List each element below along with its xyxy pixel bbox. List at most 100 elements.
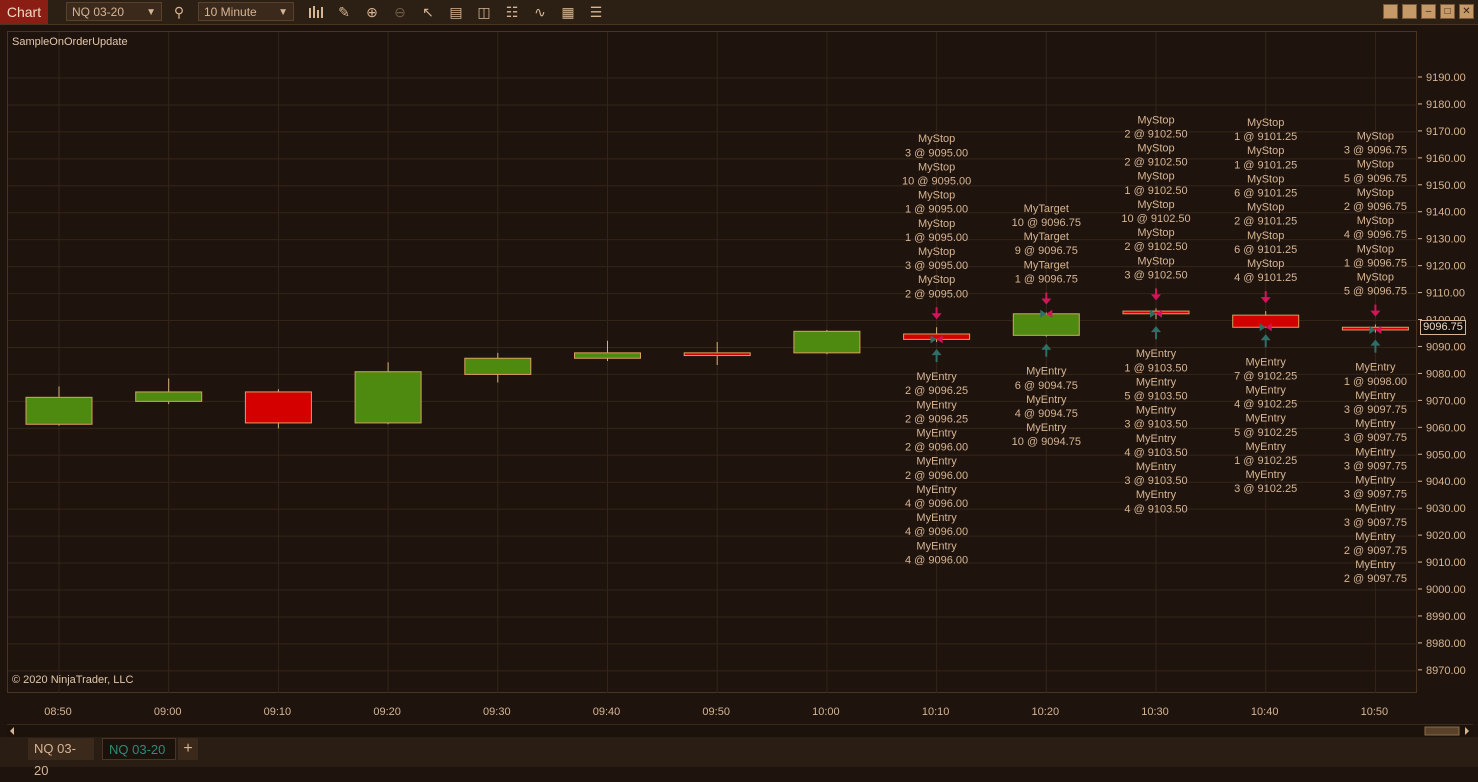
candle-body[interactable] bbox=[135, 391, 203, 402]
order-label: MyStop bbox=[1247, 117, 1284, 129]
order-label: 3 @ 9097.75 bbox=[1344, 517, 1407, 529]
order-label: 1 @ 9096.75 bbox=[1344, 257, 1407, 269]
minimize-icon[interactable]: – bbox=[1421, 4, 1436, 19]
candle-body[interactable] bbox=[25, 396, 93, 425]
close-icon[interactable]: ✕ bbox=[1459, 4, 1474, 19]
price-tick-label: 9120.00 bbox=[1426, 261, 1466, 273]
order-label: 2 @ 9095.00 bbox=[905, 288, 968, 300]
order-label: MyEntry bbox=[1026, 394, 1067, 406]
candle-body[interactable] bbox=[354, 371, 422, 424]
order-label: MyStop bbox=[1357, 130, 1394, 142]
price-tick-label: 9130.00 bbox=[1426, 234, 1466, 246]
order-label: MyEntry bbox=[1355, 390, 1396, 402]
strategies-icon[interactable]: ∿ bbox=[531, 3, 549, 21]
properties-icon[interactable]: ☰ bbox=[587, 3, 605, 21]
chart-menu-button[interactable]: Chart bbox=[0, 0, 48, 24]
order-label: MyStop bbox=[1247, 145, 1284, 157]
interval-selector[interactable]: 10 Minute ▼ bbox=[198, 2, 294, 21]
candle-body[interactable] bbox=[244, 391, 312, 424]
scroll-left-icon[interactable] bbox=[10, 727, 14, 735]
order-label: MyStop bbox=[1137, 199, 1174, 211]
sell-arrow-head bbox=[1370, 310, 1381, 317]
order-label: 3 @ 9102.50 bbox=[1124, 269, 1187, 281]
pointer-icon[interactable]: ↖ bbox=[419, 3, 437, 21]
drawing-tools-icon[interactable]: ✎ bbox=[335, 3, 353, 21]
chart-trader-icon[interactable]: ▦ bbox=[559, 3, 577, 21]
candle-body[interactable] bbox=[793, 330, 861, 354]
bar-type-icon[interactable] bbox=[307, 3, 325, 21]
price-tick-label: 9170.00 bbox=[1426, 126, 1466, 138]
order-label: MyEntry bbox=[916, 427, 957, 439]
order-label: MyEntry bbox=[916, 512, 957, 524]
sell-arrow-head bbox=[1260, 297, 1271, 304]
zoom-out-icon[interactable]: ⊖ bbox=[391, 3, 409, 21]
time-axis-svg: 08:50 09:00 09:10 09:20 09:30 09:40 09:50 10:00… bbox=[44, 706, 1388, 718]
order-label: 3 @ 9102.25 bbox=[1234, 483, 1297, 495]
order-label: MyStop bbox=[1137, 114, 1174, 126]
tab-nq-1[interactable]: NQ 03-20 bbox=[28, 738, 94, 778]
price-tick-label: 9190.00 bbox=[1426, 72, 1466, 84]
order-label: MyStop bbox=[1137, 255, 1174, 267]
order-label: 3 @ 9103.50 bbox=[1124, 475, 1187, 487]
order-label: MyEntry bbox=[1136, 461, 1177, 473]
sell-arrow-head bbox=[1151, 294, 1161, 301]
candle-body[interactable] bbox=[464, 357, 532, 375]
indicators-icon[interactable]: ☷ bbox=[503, 3, 521, 21]
order-label: 9 @ 9096.75 bbox=[1015, 245, 1078, 257]
price-tick-label: 9160.00 bbox=[1426, 153, 1466, 165]
zoom-in-icon[interactable]: ⊕ bbox=[363, 3, 381, 21]
chart-svg: MyStop 3 @ 9095.00 MyStop 10 @ 9095.00 MySto… bbox=[8, 32, 1418, 694]
order-label: 3 @ 9095.00 bbox=[905, 260, 968, 272]
order-label: MyEntry bbox=[1026, 366, 1067, 378]
order-label: MyEntry bbox=[1246, 413, 1287, 425]
order-label: MyStop bbox=[918, 246, 955, 258]
search-icon[interactable]: ⚲ bbox=[170, 3, 188, 21]
order-label: 4 @ 9096.00 bbox=[905, 498, 968, 510]
tile-right-icon[interactable] bbox=[1402, 4, 1417, 19]
order-label: 1 @ 9095.00 bbox=[905, 204, 968, 216]
time-axis[interactable]: 08:50 09:00 09:10 09:20 09:30 09:40 09:50 10:00… bbox=[7, 693, 1417, 723]
order-label: 4 @ 9101.25 bbox=[1234, 272, 1297, 284]
candle-body[interactable] bbox=[1012, 313, 1080, 336]
order-label: 2 @ 9102.50 bbox=[1124, 128, 1187, 140]
order-label: 10 @ 9096.75 bbox=[1012, 217, 1081, 229]
chart-panel[interactable]: MyStop 3 @ 9095.00 MyStop 10 @ 9095.00 MySto… bbox=[7, 31, 1418, 694]
current-price-marker: 9096.75 bbox=[1420, 320, 1466, 335]
price-tick-label: 9050.00 bbox=[1426, 449, 1466, 461]
scroll-right-icon[interactable] bbox=[1465, 727, 1469, 735]
candle-body[interactable] bbox=[1341, 326, 1409, 331]
tab-nq-2[interactable]: NQ 03-20 bbox=[102, 738, 176, 760]
candle-body[interactable] bbox=[1122, 310, 1190, 315]
copyright-text: © 2020 NinjaTrader, LLC bbox=[12, 674, 134, 686]
templates-icon[interactable]: ◫ bbox=[475, 3, 493, 21]
add-tab-button[interactable]: + bbox=[178, 738, 198, 760]
order-label: 1 @ 9101.25 bbox=[1234, 159, 1297, 171]
time-tick-label: 08:50 bbox=[44, 706, 72, 718]
scroll-thumb[interactable] bbox=[1424, 726, 1460, 736]
candle-body[interactable] bbox=[1232, 314, 1300, 328]
order-label: MyEntry bbox=[916, 399, 957, 411]
order-label: MyEntry bbox=[1136, 489, 1177, 501]
order-label: MyStop bbox=[1357, 215, 1394, 227]
price-tick-label: 9090.00 bbox=[1426, 341, 1466, 353]
data-box-icon[interactable]: ▤ bbox=[447, 3, 465, 21]
indicator-label: SampleOnOrderUpdate bbox=[12, 36, 128, 48]
price-axis[interactable]: 9190.00 9180.00 9170.00 9160.00 9150.00 9140.… bbox=[1418, 31, 1478, 693]
order-label: MyEntry bbox=[1246, 469, 1287, 481]
price-tick-label: 9140.00 bbox=[1426, 207, 1466, 219]
price-tick-label: 9020.00 bbox=[1426, 530, 1466, 542]
order-label: MyEntry bbox=[916, 456, 957, 468]
maximize-icon[interactable]: □ bbox=[1440, 4, 1455, 19]
candle-body[interactable] bbox=[683, 352, 751, 357]
time-tick-label: 09:40 bbox=[593, 706, 621, 718]
price-tick-label: 9030.00 bbox=[1426, 503, 1466, 515]
chevron-down-icon: ▼ bbox=[278, 7, 288, 18]
tile-left-icon[interactable] bbox=[1383, 4, 1398, 19]
candle-body[interactable] bbox=[574, 352, 641, 359]
instrument-selector[interactable]: NQ 03-20 ▼ bbox=[66, 2, 162, 21]
time-tick-label: 10:00 bbox=[812, 706, 840, 718]
candle-body[interactable] bbox=[903, 333, 971, 340]
tab-bar bbox=[0, 737, 1478, 767]
order-label: 3 @ 9097.75 bbox=[1344, 404, 1407, 416]
horizontal-scrollbar[interactable] bbox=[7, 724, 1473, 737]
